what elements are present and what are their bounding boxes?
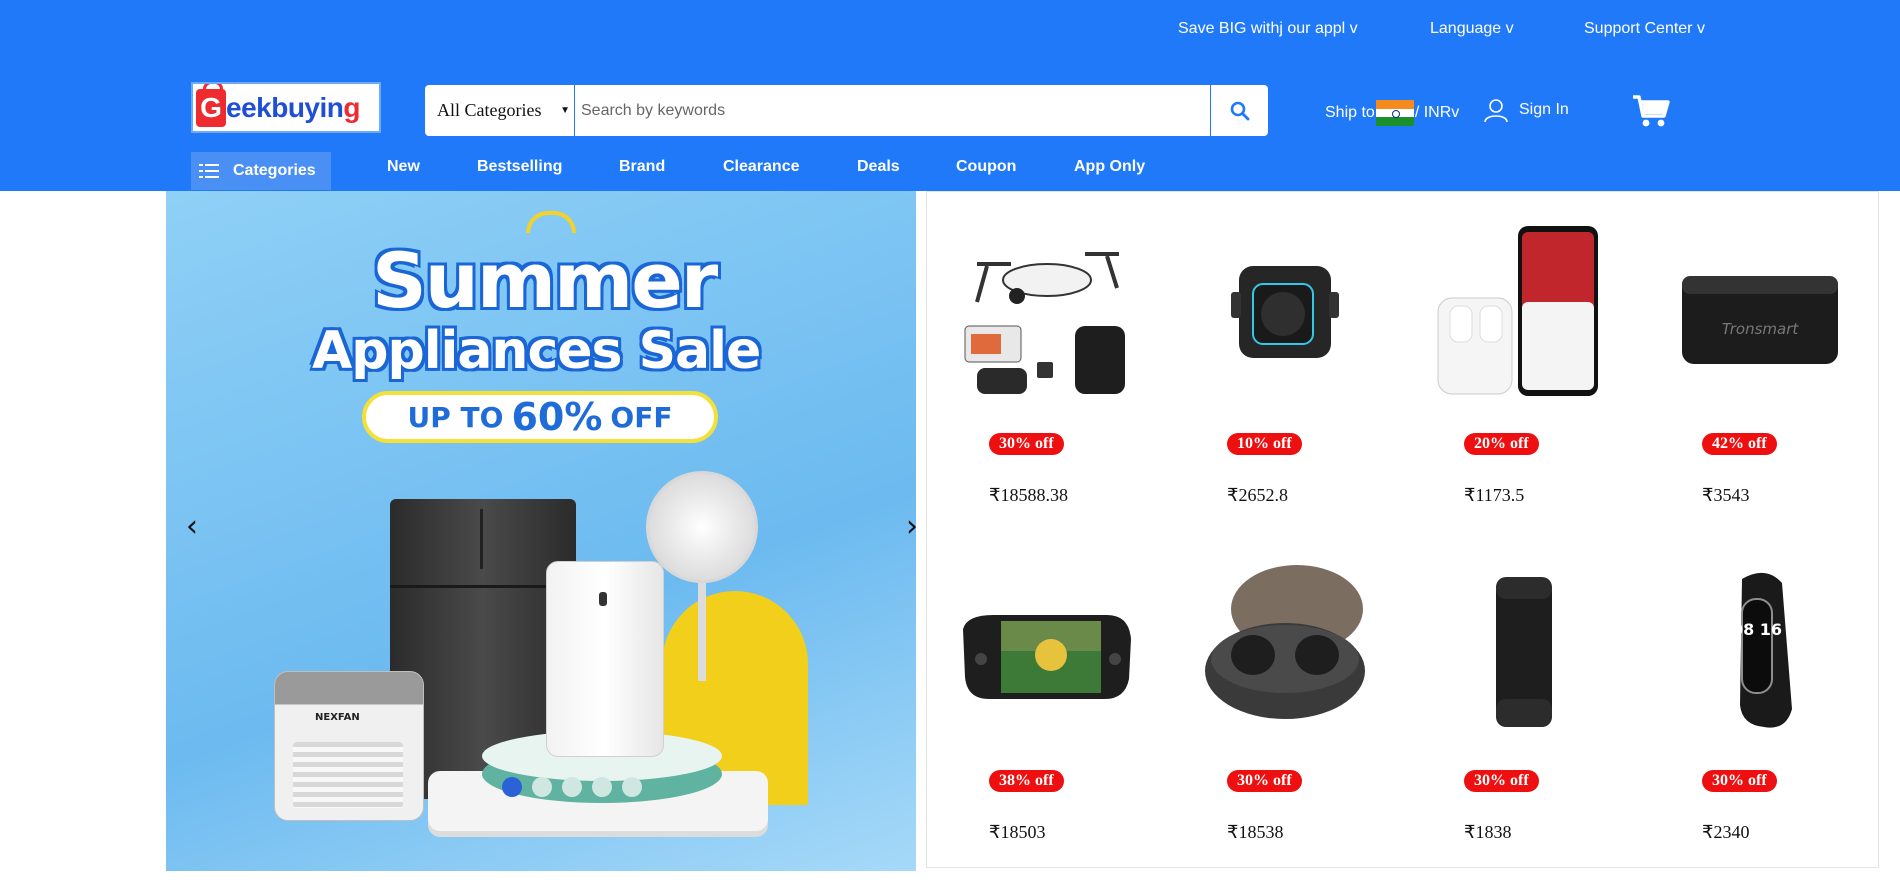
discount-badge: 20% off: [1464, 433, 1539, 455]
language-menu[interactable]: Language v: [1430, 20, 1514, 38]
earbuds-phone-image: [1432, 222, 1612, 400]
earbuds-case-image: [1195, 559, 1375, 737]
tronsmart-label: Tronsmart: [1722, 320, 1800, 338]
discount-badge: 42% off: [1702, 433, 1777, 455]
product-card[interactable]: 08 16 30% off ₹2340: [1670, 559, 1870, 859]
search-input[interactable]: [575, 85, 1210, 136]
fan-image: [646, 471, 758, 583]
dehumidifier-image: [546, 561, 664, 757]
product-card[interactable]: 10% off ₹2652.8: [1195, 222, 1395, 522]
product-card[interactable]: 20% off ₹1173.5: [1432, 222, 1632, 522]
categories-label: Categories: [233, 162, 316, 179]
product-card[interactable]: 30% off ₹18538: [1195, 559, 1395, 859]
site-header: Save BIG withj our appl v Language v Sup…: [0, 0, 1900, 191]
carousel-dot-5[interactable]: [622, 777, 642, 797]
caret-down-icon: ▼: [560, 105, 570, 116]
discount-badge: 10% off: [1227, 433, 1302, 455]
promo-banner-carousel[interactable]: Summer Appliances Sale UP TO 60% OFF NEX…: [166, 191, 916, 871]
product-card[interactable]: 30% off ₹18588.38: [957, 222, 1157, 522]
user-icon: [1484, 99, 1508, 123]
logo-initial: G: [200, 91, 222, 123]
site-logo[interactable]: G eekbuying: [191, 82, 381, 133]
band-time-label: 08 16: [1732, 620, 1782, 639]
pill-value: 60%: [511, 395, 603, 439]
ship-to-label: Ship to: [1325, 104, 1375, 121]
carousel-dot-4[interactable]: [592, 777, 612, 797]
nav-brand[interactable]: Brand: [619, 158, 665, 176]
product-price: ₹3543: [1702, 485, 1750, 505]
support-center-menu[interactable]: Support Center v: [1584, 20, 1705, 38]
currency-label: / INRv: [1414, 104, 1460, 121]
handheld-pc-image: [957, 559, 1137, 737]
discount-badge: 30% off: [1464, 770, 1539, 792]
nav-new[interactable]: New: [387, 158, 420, 176]
nav-bestselling[interactable]: Bestselling: [477, 158, 562, 176]
shopping-cart-icon: [1633, 95, 1670, 127]
speaker-tronsmart-image: Tronsmart: [1670, 222, 1850, 400]
category-select-value: All Categories: [437, 100, 542, 120]
grid-menu-icon: [199, 164, 219, 178]
cart-button[interactable]: [1632, 94, 1670, 133]
app-promo-link[interactable]: Save BIG withj our appl v: [1178, 20, 1358, 38]
smart-band-image: 08 16: [1670, 559, 1850, 737]
discount-badge: 30% off: [989, 433, 1064, 455]
speaker-small-image: [1195, 222, 1375, 400]
fan-stand: [698, 581, 706, 681]
top-links-bar: Save BIG withj our appl v Language v Sup…: [0, 20, 1900, 40]
ship-to-selector[interactable]: Ship to / INRv: [1325, 100, 1460, 127]
carousel-dot-2[interactable]: [532, 777, 552, 797]
speaker-tall-image: [1432, 559, 1612, 737]
carousel-dot-3[interactable]: [562, 777, 582, 797]
product-price: ₹18588.38: [989, 485, 1068, 505]
category-select[interactable]: All Categories ▼: [425, 85, 575, 136]
logo-wordmark-main: eekbuyin: [226, 91, 344, 123]
search-icon: [1230, 101, 1249, 120]
product-card[interactable]: 30% off ₹1838: [1432, 559, 1632, 859]
pill-prefix: UP TO: [407, 400, 504, 434]
carousel-next-icon[interactable]: ›: [906, 509, 916, 544]
logo-wordmark-suffix: g: [343, 91, 360, 123]
search-button[interactable]: [1210, 85, 1268, 136]
sign-in-link[interactable]: Sign In: [1483, 97, 1569, 123]
banner-title-line2: Appliances Sale: [312, 321, 761, 381]
banner-discount-pill: UP TO 60% OFF: [362, 391, 718, 443]
nav-app-only[interactable]: App Only: [1074, 158, 1145, 176]
product-price: ₹1838: [1464, 822, 1512, 842]
logo-wordmark: eekbuying: [226, 92, 360, 124]
search-bar: All Categories ▼: [425, 85, 1268, 136]
carousel-dot-1[interactable]: [502, 777, 522, 797]
discount-badge: 30% off: [1702, 770, 1777, 792]
product-price: ₹18503: [989, 822, 1046, 842]
product-grid: 30% off ₹18588.38 10% off ₹2652.8 20% of…: [926, 191, 1879, 868]
drone-image: [957, 222, 1137, 400]
sun-decoration-icon: [526, 211, 576, 233]
discount-badge: 30% off: [1227, 770, 1302, 792]
sign-in-label: Sign In: [1519, 101, 1569, 118]
categories-menu-button[interactable]: Categories: [191, 152, 331, 190]
india-flag-icon: [1375, 100, 1414, 127]
cooler-brand-label: NEXFAN: [315, 712, 360, 723]
banner-title-line1: Summer: [372, 236, 718, 325]
product-price: ₹2652.8: [1227, 485, 1288, 505]
nav-coupon[interactable]: Coupon: [956, 158, 1016, 176]
product-price: ₹2340: [1702, 822, 1750, 842]
product-card[interactable]: Tronsmart 42% off ₹3543: [1670, 222, 1870, 522]
carousel-prev-icon[interactable]: ‹: [186, 509, 198, 544]
air-cooler-image: NEXFAN: [274, 671, 424, 821]
nav-clearance[interactable]: Clearance: [723, 158, 800, 176]
product-price: ₹18538: [1227, 822, 1284, 842]
pill-suffix: OFF: [610, 400, 673, 434]
product-card[interactable]: 38% off ₹18503: [957, 559, 1157, 859]
product-price: ₹1173.5: [1464, 485, 1525, 505]
carousel-dots: [502, 777, 642, 797]
discount-badge: 38% off: [989, 770, 1064, 792]
nav-deals[interactable]: Deals: [857, 158, 900, 176]
shopping-bag-logo-icon: G: [196, 84, 226, 127]
